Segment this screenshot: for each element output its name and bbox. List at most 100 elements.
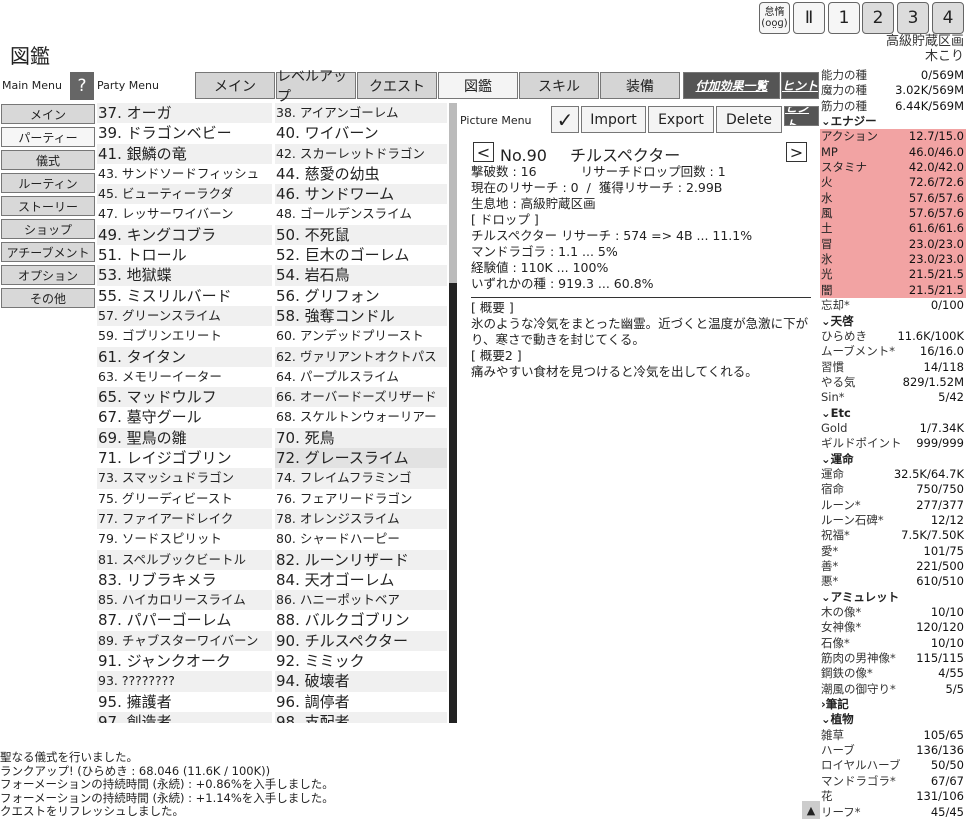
monster-list-item[interactable]: 80. シャードハーピー — [275, 529, 447, 549]
tab-bestiary[interactable]: 図鑑 — [438, 72, 518, 99]
resource-section-header[interactable]: ⌄アミュレット — [820, 590, 966, 605]
tab-equipment[interactable]: 装備 — [600, 72, 680, 99]
monster-list-item[interactable]: 92. ミミック — [275, 651, 447, 671]
monster-list-item[interactable]: 67. 墓守グール — [97, 407, 272, 427]
monster-list-item[interactable]: 93. ???????? — [97, 671, 272, 692]
idle-mode-button[interactable]: 怠惰 (oo̤ɡ) — [759, 2, 790, 34]
monster-list-item[interactable]: 70. 死鳥 — [275, 427, 447, 449]
monster-list-item[interactable]: 38. アイアンゴーレム — [275, 103, 447, 124]
side-menu-party[interactable]: パーティー — [1, 127, 95, 147]
monster-list-item[interactable]: 84. 天才ゴーレム — [275, 570, 447, 590]
monster-list-item[interactable]: 69. 聖鳥の雛 — [97, 427, 272, 449]
monster-list-item[interactable]: 78. オレンジスライム — [275, 508, 447, 530]
tab-main[interactable]: メイン — [195, 72, 275, 99]
monster-list-item[interactable]: 55. ミスリルバード — [97, 286, 272, 306]
help-button[interactable]: ? — [70, 72, 94, 100]
prev-monster-button[interactable]: < — [473, 142, 494, 162]
speed-1-button[interactable]: 1 — [828, 2, 860, 34]
monster-list-item[interactable]: 54. 岩石鳥 — [275, 265, 447, 286]
monster-list-item[interactable]: 41. 銀鱗の竜 — [97, 143, 272, 164]
monster-list-item[interactable]: 46. サンドワーム — [275, 184, 447, 205]
monster-list-item[interactable]: 75. グリーディビースト — [97, 489, 272, 509]
monster-list-item[interactable]: 83. リブラキメラ — [97, 570, 272, 590]
monster-list-item[interactable]: 47. レッサーワイバーン — [97, 204, 272, 224]
monster-list-item[interactable]: 37. オーガ — [97, 103, 272, 124]
speed-4-button[interactable]: 4 — [932, 2, 964, 34]
monster-list-item[interactable]: 91. ジャンクオーク — [97, 651, 272, 671]
monster-list-item[interactable]: 64. パープルスライム — [275, 367, 447, 387]
monster-list-item[interactable]: 61. タイタン — [97, 346, 272, 367]
tab-effects-list[interactable]: 付加効果一覧 — [683, 72, 780, 99]
monster-list-item[interactable]: 77. ファイアードレイク — [97, 508, 272, 530]
side-menu-routine[interactable]: ルーティン — [1, 173, 95, 193]
picture-checkbox[interactable]: ✓ — [551, 106, 579, 133]
monster-list-item[interactable]: 66. オーバードーズリザード — [275, 387, 447, 408]
monster-list-item[interactable]: 40. ワイバーン — [275, 123, 447, 143]
pause-button[interactable]: Ⅱ — [793, 2, 825, 34]
monster-list-item[interactable]: 74. フレイムフラミンゴ — [275, 468, 447, 489]
monster-list-item[interactable]: 45. ビューティーラクダ — [97, 184, 272, 205]
resource-section-header[interactable]: ⌄天啓 — [820, 314, 966, 329]
monster-list-item[interactable]: 65. マッドウルフ — [97, 387, 272, 408]
monster-list-item[interactable]: 52. 巨木のゴーレム — [275, 245, 447, 265]
monster-list-item[interactable]: 48. ゴールデンスライム — [275, 204, 447, 224]
monster-list-item[interactable]: 72. グレースライム — [275, 448, 447, 469]
side-menu-story[interactable]: ストーリー — [1, 196, 95, 216]
tab-levelup[interactable]: レベルアップ — [276, 69, 356, 105]
delete-button[interactable]: Delete — [716, 106, 782, 133]
export-button[interactable]: Export — [648, 106, 714, 133]
monster-list-scrollbar[interactable] — [449, 103, 457, 723]
side-menu-shop[interactable]: ショップ — [1, 219, 95, 239]
monster-list-item[interactable]: 85. ハイカロリースライム — [97, 590, 272, 611]
resource-section-header[interactable]: ⌄Etc — [820, 406, 966, 421]
side-menu-ritual[interactable]: 儀式 — [1, 150, 95, 170]
log-expand-button[interactable]: ▲ — [802, 801, 820, 819]
monster-list-item[interactable]: 89. チャブスターワイバーン — [97, 630, 272, 652]
monster-list-item[interactable]: 59. ゴブリンエリート — [97, 326, 272, 346]
resource-section-header[interactable]: ⌄エナジー — [820, 114, 966, 129]
scrollbar-thumb[interactable] — [449, 103, 457, 283]
monster-list-item[interactable]: 82. ルーンリザード — [275, 549, 447, 570]
next-monster-button[interactable]: > — [786, 142, 807, 162]
monster-list-item[interactable]: 86. ハニーポットベア — [275, 590, 447, 611]
tab-hint[interactable]: ヒント — [781, 72, 819, 99]
import-button[interactable]: Import — [581, 106, 646, 133]
monster-list-item[interactable]: 39. ドラゴンベビー — [97, 123, 272, 143]
monster-list-item[interactable]: 43. サンドソードフィッシュ — [97, 164, 272, 184]
resource-section-header[interactable]: ⌄植物 — [820, 712, 966, 727]
monster-list-item[interactable]: 81. スペルブックビートル — [97, 549, 272, 570]
monster-list-item[interactable]: 62. ヴァリアントオクトパス — [275, 346, 447, 367]
resource-section-header[interactable]: ›筆記 — [820, 697, 966, 712]
monster-list-item[interactable]: 71. レイジゴブリン — [97, 448, 272, 468]
tab-skill[interactable]: スキル — [519, 72, 599, 99]
monster-list-item[interactable]: 42. スカーレットドラゴン — [275, 143, 447, 164]
monster-list-item[interactable]: 76. フェアリードラゴン — [275, 489, 447, 509]
side-menu-main[interactable]: メイン — [1, 104, 95, 124]
monster-list-item[interactable]: 97. 創造者 — [97, 711, 272, 723]
side-menu-achievement[interactable]: アチーブメント — [1, 242, 95, 262]
monster-list-item[interactable]: 88. バルクゴブリン — [275, 610, 447, 630]
monster-list-item[interactable]: 68. スケルトンウォーリアー — [275, 407, 447, 427]
speed-3-button[interactable]: 3 — [897, 2, 929, 34]
tab-quest[interactable]: クエスト — [357, 72, 437, 99]
monster-list-item[interactable]: 95. 擁護者 — [97, 692, 272, 712]
monster-list-item[interactable]: 53. 地獄蝶 — [97, 265, 272, 286]
monster-list-item[interactable]: 50. 不死鼠 — [275, 224, 447, 246]
side-menu-other[interactable]: その他 — [1, 288, 95, 308]
monster-list-item[interactable]: 58. 強奪コンドル — [275, 305, 447, 327]
monster-list-item[interactable]: 79. ソードスピリット — [97, 529, 272, 549]
monster-list-item[interactable]: 63. メモリーイーター — [97, 367, 272, 387]
monster-list-item[interactable]: 56. グリフォン — [275, 286, 447, 306]
side-menu-options[interactable]: オプション — [1, 265, 95, 285]
speed-2-button[interactable]: 2 — [862, 2, 894, 34]
monster-list-item[interactable]: 98. 支配者 — [275, 711, 447, 723]
monster-list-item[interactable]: 90. チルスペクター — [275, 630, 447, 652]
monster-list-item[interactable]: 96. 調停者 — [275, 692, 447, 712]
monster-list-item[interactable]: 73. スマッシュドラゴン — [97, 468, 272, 489]
monster-list-item[interactable]: 49. キングコブラ — [97, 224, 272, 246]
resource-section-header[interactable]: ⌄運命 — [820, 452, 966, 467]
picture-hint-button[interactable]: ヒント — [784, 106, 819, 126]
monster-list-item[interactable]: 94. 破壊者 — [275, 671, 447, 692]
monster-list-item[interactable]: 44. 慈愛の幼虫 — [275, 164, 447, 184]
monster-list-item[interactable]: 51. トロール — [97, 245, 272, 265]
